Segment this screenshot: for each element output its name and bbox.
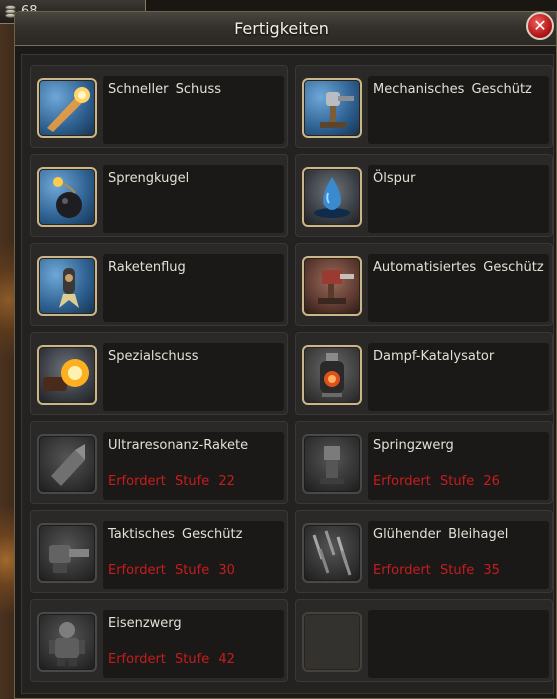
skill-slot[interactable]: Sprengkugel [30,154,288,237]
iron-dwarf-icon [37,612,97,672]
skill-slot[interactable]: Spezialschuss [30,332,288,415]
skill-slot[interactable]: Schneller Schuss [30,65,288,148]
empty-skill-slot [295,599,553,682]
skill-requirement: Erfordert Stufe 42 [108,652,235,667]
skill-slot[interactable]: Automatisiertes Geschütz [295,243,553,326]
steam-catalyst-icon [302,345,362,405]
skills-grid: Schneller Schuss Mechanisches Geschütz S… [30,65,553,682]
close-button[interactable]: ✕ [526,12,554,40]
tactical-cannon-icon [37,523,97,583]
skill-name: Glühender Bleihagel [373,527,509,542]
skill-name: Sprengkugel [108,171,190,186]
window-title: Fertigkeiten [234,19,329,38]
auto-turret-icon [302,256,362,316]
close-icon: ✕ [533,16,547,35]
skill-slot[interactable]: Dampf-Katalysator [295,332,553,415]
window-titlebar[interactable]: Fertigkeiten [15,12,556,46]
skill-slot[interactable]: Taktisches Geschütz Erfordert Stufe 30 [30,510,288,593]
rocket-flight-icon [37,256,97,316]
skill-name: Schneller Schuss [108,82,221,97]
turret-icon [302,78,362,138]
skill-slot[interactable]: Eisenzwerg Erfordert Stufe 42 [30,599,288,682]
skill-name: Spezialschuss [108,349,199,364]
jumping-dwarf-icon [302,434,362,494]
skill-requirement: Erfordert Stufe 30 [108,563,235,578]
skill-requirement: Erfordert Stufe 26 [373,474,500,489]
skill-name: Ultraresonanz-Rakete [108,438,249,453]
skill-name: Springzwerg [373,438,454,453]
skill-name: Dampf-Katalysator [373,349,495,364]
oil-drop-icon [302,167,362,227]
skill-name: Taktisches Geschütz [108,527,243,542]
lead-hail-icon [302,523,362,583]
fire-bullet-icon [37,78,97,138]
skill-name: Raketenflug [108,260,186,275]
skill-requirement: Erfordert Stufe 35 [373,563,500,578]
bomb-icon [37,167,97,227]
skill-slot[interactable]: Springzwerg Erfordert Stufe 26 [295,421,553,504]
skill-name: Eisenzwerg [108,616,182,631]
skill-name: Mechanisches Geschütz [373,82,532,97]
skill-slot[interactable]: Ultraresonanz-Rakete Erfordert Stufe 22 [30,421,288,504]
skill-requirement: Erfordert Stufe 22 [108,474,235,489]
skill-slot[interactable]: Glühender Bleihagel Erfordert Stufe 35 [295,510,553,593]
skill-name: Automatisiertes Geschütz [373,260,544,275]
skills-window: Fertigkeiten ✕ Schneller Schuss Mechanis… [14,11,557,699]
special-shot-icon [37,345,97,405]
empty-slot-icon [302,612,362,672]
skill-name: Ölspur [373,171,416,186]
rocket-icon [37,434,97,494]
skills-panel: Schneller Schuss Mechanisches Geschütz S… [21,54,554,694]
skill-slot[interactable]: Mechanisches Geschütz [295,65,553,148]
skill-description-box [368,610,549,678]
skill-slot[interactable]: Ölspur [295,154,553,237]
skill-slot[interactable]: Raketenflug [30,243,288,326]
